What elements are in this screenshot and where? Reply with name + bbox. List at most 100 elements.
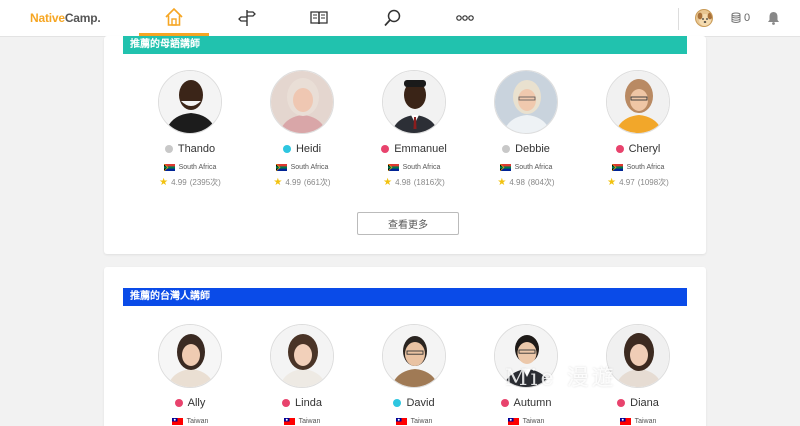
teacher-name: Ally [187, 397, 206, 409]
rating-row: ★ 4.99 (2395次) [134, 177, 246, 188]
nav-signpost[interactable] [212, 0, 282, 36]
country-name: Taiwan [634, 418, 657, 425]
home-icon [165, 7, 183, 26]
teacher-photo[interactable] [270, 324, 334, 388]
teacher-card-ally[interactable]: Ally Taiwan [134, 324, 246, 425]
teacher-portrait [271, 71, 333, 133]
south-africa-flag-icon [163, 164, 175, 171]
rating-value: 4.99 [285, 178, 301, 187]
teacher-name-row: Emmanuel [358, 143, 470, 155]
teacher-name-row: Linda [246, 397, 358, 409]
country-name: South Africa [178, 164, 217, 171]
country-name: South Africa [514, 164, 553, 171]
nav-textbook[interactable] [284, 0, 354, 36]
teacher-portrait [607, 71, 669, 133]
teacher-name: Thando [177, 143, 216, 155]
coin-stack-icon [731, 12, 741, 23]
teacher-name-row: Cheryl [582, 143, 694, 155]
teacher-photo[interactable] [158, 70, 222, 134]
teacher-photo[interactable] [382, 324, 446, 388]
country-row: Taiwan [470, 418, 582, 425]
teacher-card-linda[interactable]: Linda Taiwan [246, 324, 358, 425]
review-count: (2395次) [189, 178, 221, 187]
teacher-card-david[interactable]: David Taiwan [358, 324, 470, 425]
teacher-photo[interactable] [382, 70, 446, 134]
signpost-icon [238, 10, 256, 26]
teacher-card-heidi[interactable]: Heidi South Africa ★ 4.99 (661次) [246, 70, 358, 188]
teacher-photo[interactable] [158, 324, 222, 388]
rating-value: 4.98 [395, 178, 411, 187]
south-africa-flag-icon [387, 164, 399, 171]
nav-search[interactable] [357, 0, 427, 36]
status-dot [282, 145, 291, 153]
status-dot [615, 145, 624, 153]
teacher-name: Linda [295, 397, 322, 409]
nav-home[interactable] [139, 0, 209, 36]
teacher-name-row: Autumn [470, 397, 582, 409]
teacher-card-debbie[interactable]: Debbie South Africa ★ 4.98 (804次) [470, 70, 582, 188]
country-row: South Africa [358, 164, 470, 171]
teacher-portrait [159, 325, 221, 387]
teacher-name-row: Heidi [246, 143, 358, 155]
rating-row: ★ 4.98 (804次) [470, 177, 582, 188]
taiwan-flag-icon [619, 418, 631, 425]
rating-row: ★ 4.97 (1098次) [582, 177, 694, 188]
taiwan-flag-icon [395, 418, 407, 425]
south-africa-flag-icon [275, 164, 287, 171]
native-camp-logo[interactable]: NativeCamp. [30, 11, 101, 25]
user-avatar[interactable] [695, 9, 713, 27]
teacher-name: Debbie [515, 143, 550, 155]
teacher-name-row: Diana [582, 397, 694, 409]
more-icon [456, 15, 474, 21]
taiwanese-teachers-card: 推薦的台灣人講師 Ally Taiwan Linda Taiwan David … [104, 267, 706, 426]
teacher-photo[interactable] [270, 70, 334, 134]
teacher-portrait [383, 325, 445, 387]
dog-avatar-icon [697, 12, 712, 26]
rating-value: 4.98 [509, 178, 525, 187]
star-icon: ★ [159, 177, 169, 188]
notifications-button[interactable] [767, 11, 780, 30]
view-more-button[interactable]: 查看更多 [357, 212, 459, 235]
top-nav-bar: NativeCamp. 0 [0, 0, 800, 37]
teacher-card-emmanuel[interactable]: Emmanuel South Africa ★ 4.98 (1816次) [358, 70, 470, 188]
native-teachers-card: 推薦的母語講師 Thando South Africa ★ 4.99 (2395… [104, 36, 706, 254]
teacher-portrait [159, 71, 221, 133]
logo-native: Native [30, 11, 65, 25]
search-icon [384, 9, 401, 27]
teacher-card-cheryl[interactable]: Cheryl South Africa ★ 4.97 (1098次) [582, 70, 694, 188]
country-name: South Africa [402, 164, 441, 171]
teacher-name-row: Ally [134, 397, 246, 409]
country-name: Taiwan [522, 418, 545, 425]
teacher-photo[interactable] [606, 70, 670, 134]
country-row: South Africa [134, 164, 246, 171]
rating-row: ★ 4.98 (1816次) [358, 177, 470, 188]
country-name: South Africa [290, 164, 329, 171]
taiwan-flag-icon [507, 418, 519, 425]
country-name: Taiwan [410, 418, 433, 425]
teacher-photo[interactable] [494, 70, 558, 134]
review-count: (1816次) [413, 178, 445, 187]
teacher-name: Heidi [295, 143, 322, 155]
taiwan-flag-icon [171, 418, 183, 425]
logo-camp: Camp. [64, 11, 101, 25]
teacher-name-row: Thando [134, 143, 246, 155]
review-count: (661次) [303, 178, 331, 187]
status-dot [500, 399, 509, 407]
star-icon: ★ [273, 177, 283, 188]
country-row: Taiwan [358, 418, 470, 425]
status-dot [617, 399, 626, 407]
country-name: Taiwan [298, 418, 321, 425]
country-row: South Africa [582, 164, 694, 171]
teacher-name: David [406, 397, 435, 409]
nav-more[interactable] [430, 0, 500, 36]
status-dot [174, 399, 183, 407]
teacher-name-row: Debbie [470, 143, 582, 155]
watermark: Mie 漫遊 [505, 366, 617, 391]
teacher-card-thando[interactable]: Thando South Africa ★ 4.99 (2395次) [134, 70, 246, 188]
coin-balance[interactable]: 0 [731, 12, 750, 24]
teacher-portrait [271, 325, 333, 387]
star-icon: ★ [497, 177, 507, 188]
status-dot [381, 145, 390, 153]
teacher-portrait [495, 71, 557, 133]
status-dot [502, 145, 511, 153]
